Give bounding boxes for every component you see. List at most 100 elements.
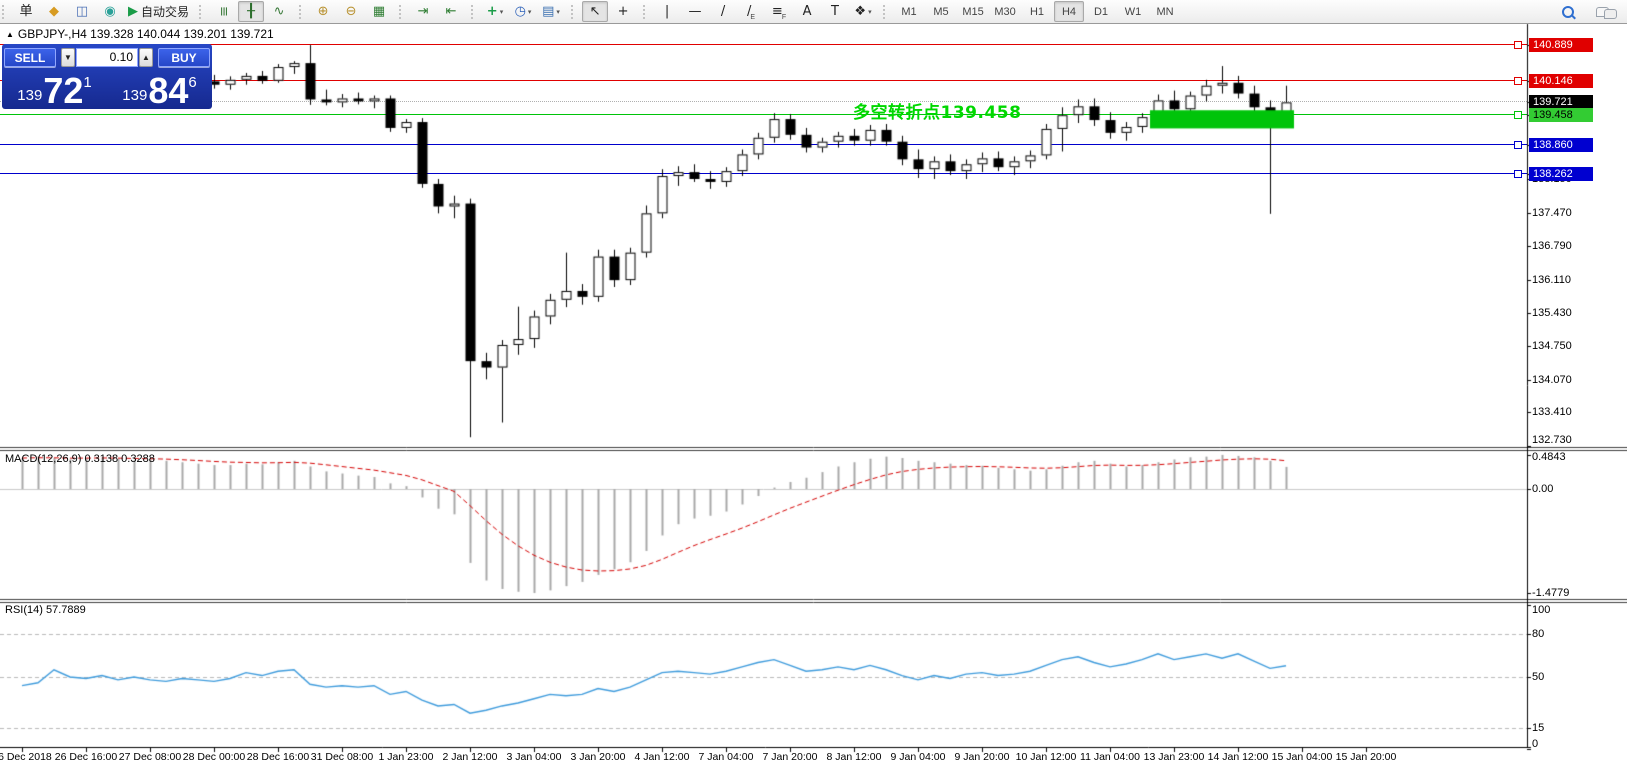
price-tick-137.470: 137.470 — [1532, 207, 1572, 219]
toolbar-group-objects: |—//E≡FAT❖▾ — [641, 0, 881, 23]
sell-button[interactable]: SELL — [4, 48, 56, 67]
rsi-header: RSI(14) 57.7889 — [5, 604, 86, 616]
time-label-8: 3 Jan 04:00 — [507, 751, 562, 763]
time-label-18: 13 Jan 23:00 — [1144, 751, 1205, 763]
time-label-6: 1 Jan 23:00 — [379, 751, 434, 763]
zoom-in-icon[interactable]: ⊕ — [310, 1, 336, 22]
chart-shift-icon[interactable]: ⇤ — [438, 1, 464, 22]
price-tick-135.430: 135.430 — [1532, 307, 1572, 319]
level-marker-140.146[interactable] — [1514, 77, 1522, 85]
rsi-tick-80: 80 — [1532, 628, 1544, 640]
shapes-icon[interactable]: ❖▾ — [850, 1, 876, 22]
crosshair-icon[interactable]: + — [610, 1, 636, 22]
vertical-line-icon[interactable]: | — [654, 1, 680, 22]
market-watch-icon[interactable]: ◆ — [41, 1, 67, 22]
sell-price-whole: 139 — [17, 88, 42, 103]
tf-m1[interactable]: M1 — [894, 1, 924, 22]
toolbar-group-pointer: ↖+ — [569, 0, 641, 23]
time-label-9: 3 Jan 20:00 — [571, 751, 626, 763]
candlestick-icon[interactable]: ╂ — [238, 1, 264, 22]
periods-icon[interactable]: ◷▾ — [510, 1, 536, 22]
level-label-140.146: 140.146 — [1529, 74, 1593, 88]
tf-w1[interactable]: W1 — [1118, 1, 1148, 22]
tf-h1[interactable]: H1 — [1022, 1, 1052, 22]
search-icon[interactable] — [1555, 1, 1581, 22]
bar-chart-icon[interactable]: ≡ — [210, 1, 236, 22]
sell-price[interactable]: 139721 — [4, 70, 105, 107]
trendline-icon[interactable]: / — [710, 1, 736, 22]
autotrading-button[interactable]: ▶自动交易 — [125, 1, 192, 22]
chart-surface[interactable] — [0, 0, 1627, 767]
tf-m5[interactable]: M5 — [926, 1, 956, 22]
sell-price-point: 1 — [83, 75, 91, 90]
time-label-20: 15 Jan 04:00 — [1272, 751, 1333, 763]
price-tick-132.730: 132.730 — [1532, 434, 1572, 446]
time-label-5: 31 Dec 08:00 — [311, 751, 373, 763]
toolbar-group-system: 单◆◫◉▶自动交易 — [0, 0, 197, 23]
chat-icon[interactable] — [1593, 1, 1620, 22]
price-tick-134.070: 134.070 — [1532, 374, 1572, 386]
time-label-19: 14 Jan 12:00 — [1208, 751, 1269, 763]
level-marker-139.458[interactable] — [1514, 111, 1522, 119]
macd-header: MACD(12,26,9) 0.3138 0.3288 — [5, 453, 155, 465]
level-marker-138.262[interactable] — [1514, 170, 1522, 178]
signals-icon[interactable]: ◉ — [97, 1, 123, 22]
level-marker-140.889[interactable] — [1514, 41, 1522, 49]
one-click-trading-panel: SELL ▼ ▲ BUY 139721 139846 — [2, 44, 212, 109]
volume-input[interactable] — [76, 48, 138, 67]
sell-price-pips: 72 — [43, 77, 83, 106]
trade-panel-prices: 139721 139846 — [4, 70, 210, 107]
cursor-icon[interactable]: ↖ — [582, 1, 608, 22]
time-label-21: 15 Jan 20:00 — [1336, 751, 1397, 763]
channel-icon[interactable]: /E — [738, 1, 764, 22]
line-chart-icon[interactable]: ∿ — [266, 1, 292, 22]
tile-windows-icon[interactable]: ▦ — [366, 1, 392, 22]
volume-increase-button[interactable]: ▲ — [139, 48, 153, 67]
level-label-140.889: 140.889 — [1529, 38, 1593, 52]
buy-price-pips: 84 — [148, 77, 188, 106]
indicators-icon[interactable]: +▾ — [482, 1, 508, 22]
toolbar-right — [1554, 0, 1621, 23]
fibonacci-icon[interactable]: ≡F — [766, 1, 792, 22]
toolbar: 单◆◫◉▶自动交易≡╂∿⊕⊖▦⇥⇤+▾◷▾▤▾↖+|—//E≡FAT❖▾M1M5… — [0, 0, 1627, 24]
price-tick-134.750: 134.750 — [1532, 340, 1572, 352]
tf-mn[interactable]: MN — [1150, 1, 1180, 22]
buy-price-point: 6 — [188, 75, 196, 90]
time-label-1: 26 Dec 16:00 — [55, 751, 117, 763]
tf-m30[interactable]: M30 — [990, 1, 1020, 22]
toolbar-group-zoom: ⊕⊖▦ — [297, 0, 397, 23]
tf-d1[interactable]: D1 — [1086, 1, 1116, 22]
zoom-out-icon[interactable]: ⊖ — [338, 1, 364, 22]
toolbar-group-chart-type: ≡╂∿ — [197, 0, 297, 23]
buy-button[interactable]: BUY — [158, 48, 210, 67]
new-order-button[interactable]: 单 — [13, 1, 39, 22]
level-marker-138.860[interactable] — [1514, 141, 1522, 149]
volume-decrease-button[interactable]: ▼ — [61, 48, 75, 67]
time-label-13: 8 Jan 12:00 — [827, 751, 882, 763]
auto-scroll-icon[interactable]: ⇥ — [410, 1, 436, 22]
time-label-0: 26 Dec 2018 — [0, 751, 52, 763]
rsi-tick-0: 0 — [1532, 738, 1538, 750]
pivot-annotation[interactable]: 多空转折点139.458 — [853, 98, 1021, 123]
collapse-panel-icon[interactable]: ▲ — [6, 30, 14, 39]
templates-icon[interactable]: ▤▾ — [538, 1, 564, 22]
chart-window-icon[interactable]: ◫ — [69, 1, 95, 22]
buy-price[interactable]: 139846 — [109, 70, 210, 107]
level-label-138.860: 138.860 — [1529, 138, 1593, 152]
symbol-ohlc-text: GBPJPY-,H4 139.328 140.044 139.201 139.7… — [18, 27, 274, 41]
time-label-2: 27 Dec 08:00 — [119, 751, 181, 763]
rsi-tick-100: 100 — [1532, 604, 1550, 616]
label-icon[interactable]: T — [822, 1, 848, 22]
tf-h4[interactable]: H4 — [1054, 1, 1084, 22]
time-label-12: 7 Jan 20:00 — [763, 751, 818, 763]
time-label-14: 9 Jan 04:00 — [891, 751, 946, 763]
price-tick-136.110: 136.110 — [1532, 274, 1571, 286]
macd-tick-0.4843: 0.4843 — [1532, 451, 1566, 463]
tf-m15[interactable]: M15 — [958, 1, 988, 22]
horizontal-line-icon[interactable]: — — [682, 1, 708, 22]
price-tick-136.790: 136.790 — [1532, 240, 1572, 252]
time-label-3: 28 Dec 00:00 — [183, 751, 245, 763]
time-label-16: 10 Jan 12:00 — [1016, 751, 1077, 763]
text-icon[interactable]: A — [794, 1, 820, 22]
time-label-15: 9 Jan 20:00 — [955, 751, 1010, 763]
